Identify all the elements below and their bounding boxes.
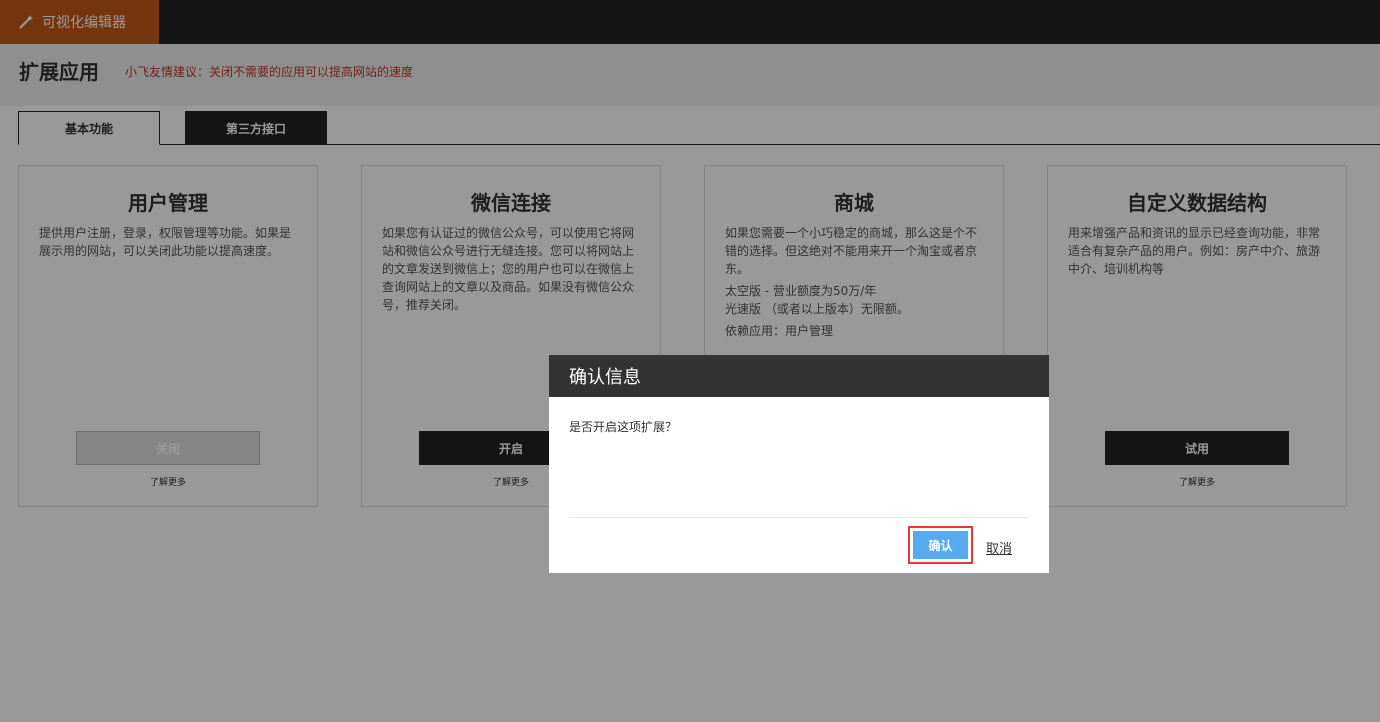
confirm-dialog: 确认信息 是否开启这项扩展？ 确认 取消 <box>549 355 1049 573</box>
dialog-divider <box>569 517 1029 518</box>
cancel-button[interactable]: 取消 <box>986 538 1012 557</box>
dialog-title: 确认信息 <box>549 355 1049 397</box>
dialog-message: 是否开启这项扩展？ <box>569 420 678 434</box>
confirm-button[interactable]: 确认 <box>913 531 968 559</box>
